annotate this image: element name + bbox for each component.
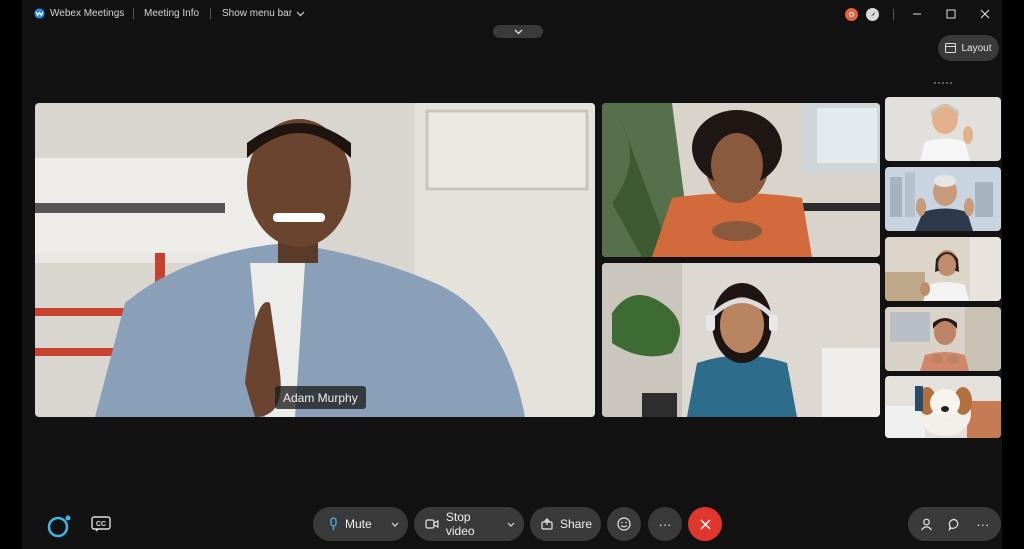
more-options-icon: ··· [658, 516, 672, 532]
more-options-button[interactable]: ··· [648, 507, 682, 541]
chevron-down-icon [514, 29, 522, 34]
show-menu-bar-label: Show menu bar [222, 8, 293, 19]
participant-thumbnail[interactable] [885, 376, 1001, 438]
chevron-down-icon [296, 11, 305, 16]
filmstrip-drag-handle[interactable] [934, 82, 954, 88]
recording-icon[interactable] [845, 7, 858, 21]
share-icon [541, 518, 553, 530]
more-options-icon: ··· [976, 516, 990, 532]
layout-button[interactable]: Layout [938, 35, 999, 61]
show-menu-bar-button[interactable]: Show menu bar [222, 8, 305, 19]
participants-icon [920, 518, 932, 530]
reactions-button[interactable] [607, 507, 641, 541]
app-title: Webex Meetings [50, 8, 125, 19]
collapse-header-button[interactable] [493, 25, 543, 38]
share-button[interactable]: Share [530, 507, 601, 541]
video-options-dropdown[interactable] [502, 507, 520, 541]
end-call-icon [699, 518, 711, 530]
mute-label: Mute [345, 517, 372, 531]
closed-captions-icon[interactable]: CC [91, 516, 111, 532]
layout-icon [945, 43, 957, 53]
meeting-window: Webex Meetings Meeting Info Show menu ba… [22, 0, 1002, 549]
minimize-icon[interactable] [900, 4, 934, 24]
title-divider [893, 8, 894, 20]
active-speaker-video[interactable] [35, 103, 595, 417]
maximize-icon[interactable] [934, 4, 968, 24]
meeting-info-button[interactable]: Meeting Info [144, 8, 199, 19]
reactions-icon [617, 517, 631, 531]
meeting-controls: CC Mute Stop video Share ··· ··· [22, 505, 1002, 543]
chevron-down-icon [391, 522, 399, 527]
window-controls [845, 4, 1002, 24]
mute-options-dropdown[interactable] [386, 507, 404, 541]
end-call-button[interactable] [688, 507, 722, 541]
assistant-icon[interactable] [46, 513, 72, 539]
camera-icon [425, 519, 439, 529]
speaker-name-tag: Adam Murphy [275, 386, 366, 409]
compass-icon[interactable] [866, 7, 879, 21]
mute-button[interactable]: Mute [313, 507, 408, 541]
participant-video[interactable] [602, 103, 880, 257]
participants-button[interactable] [912, 510, 940, 538]
chevron-down-icon [507, 522, 515, 527]
chat-button[interactable] [940, 510, 968, 538]
close-icon[interactable] [968, 4, 1002, 24]
title-bar: Webex Meetings Meeting Info Show menu ba… [22, 0, 1002, 26]
webex-logo-icon [34, 8, 45, 19]
participant-thumbnail[interactable] [885, 307, 1001, 371]
stop-video-label: Stop video [445, 510, 475, 538]
svg-text:CC: CC [96, 521, 106, 528]
participant-video[interactable] [602, 263, 880, 417]
participant-thumbnail[interactable] [885, 167, 1001, 231]
title-divider [210, 8, 211, 19]
more-panels-button[interactable]: ··· [969, 510, 997, 538]
layout-label: Layout [961, 42, 992, 54]
participant-thumbnail[interactable] [885, 97, 1001, 161]
microphone-icon [330, 517, 337, 530]
share-label: Share [560, 517, 593, 531]
chat-icon [948, 518, 959, 531]
title-divider [133, 8, 134, 19]
participant-thumbnail[interactable] [885, 237, 1001, 301]
panel-controls: ··· [908, 507, 1001, 541]
stop-video-button[interactable]: Stop video [414, 507, 524, 541]
